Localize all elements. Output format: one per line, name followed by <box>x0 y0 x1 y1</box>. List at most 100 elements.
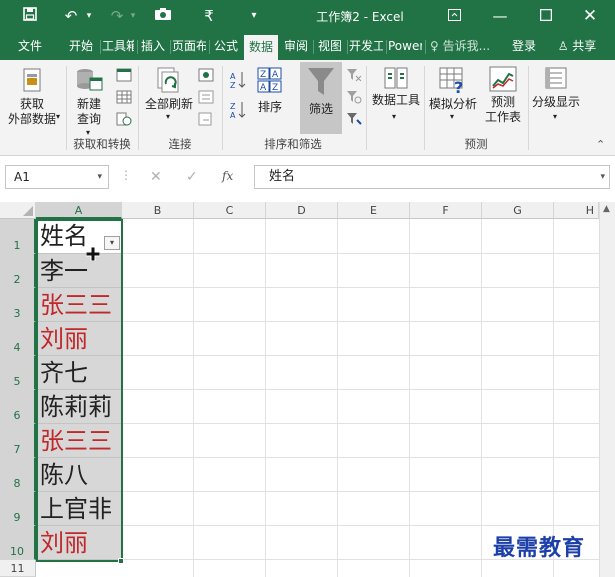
maximize-icon[interactable] <box>534 0 558 32</box>
properties-icon[interactable] <box>198 90 214 104</box>
column-header-f[interactable]: F <box>410 202 482 219</box>
expand-formula-icon[interactable]: ▾ <box>600 166 605 188</box>
cell-text: 姓名 <box>40 222 88 250</box>
tab-insert[interactable]: 插入 <box>139 32 167 60</box>
login-link[interactable]: 登录 <box>506 32 542 60</box>
share-button[interactable]: ♙ 共享 <box>548 32 606 60</box>
select-all-corner[interactable] <box>0 202 36 219</box>
vertical-scrollbar[interactable]: ▲ <box>599 202 615 577</box>
reapply-icon[interactable] <box>346 90 362 104</box>
column-header-e[interactable]: E <box>338 202 410 219</box>
new-query-button[interactable]: 新建 查询 <box>68 66 110 127</box>
name-box-dropdown-icon[interactable]: ▾ <box>97 166 102 188</box>
data-tools-dropdown-icon[interactable]: ▾ <box>392 112 396 121</box>
clear-filter-icon[interactable] <box>346 68 362 82</box>
undo-dropdown-icon[interactable]: ▾ <box>84 0 94 32</box>
cell-text: 陈莉莉 <box>40 393 112 421</box>
tab-page-layout[interactable]: 页面布局 <box>172 32 206 60</box>
name-box-value: A1 <box>14 170 30 184</box>
tab-toolbox[interactable]: 工具箱 <box>102 32 134 60</box>
minimize-icon[interactable]: — <box>488 0 512 32</box>
filter-toggle-icon[interactable]: ₹ <box>198 0 220 32</box>
tab-review[interactable]: 审阅 <box>281 32 311 60</box>
row-header-5[interactable]: 5 <box>0 356 36 390</box>
cell-a3[interactable]: 张三三 <box>36 288 122 322</box>
column-header-c[interactable]: C <box>194 202 266 219</box>
tell-me-search[interactable]: ♀ 告诉我... <box>430 32 500 60</box>
collapse-ribbon-icon[interactable]: ⌃ <box>596 138 605 151</box>
column-header-h[interactable]: H <box>554 202 599 219</box>
external-dropdown-icon[interactable]: ▾ <box>56 112 60 121</box>
what-if-dropdown-icon[interactable]: ▾ <box>450 112 454 121</box>
refresh-all-button[interactable]: 全部刷新 <box>142 66 196 112</box>
tab-home[interactable]: 开始 <box>64 32 98 60</box>
data-tools-button[interactable]: 数据工具 <box>368 66 424 108</box>
column-header-g[interactable]: G <box>482 202 554 219</box>
cell-a9[interactable]: 上官非 <box>36 492 122 526</box>
camera-icon[interactable] <box>150 0 176 32</box>
scroll-up-icon[interactable]: ▲ <box>603 204 610 214</box>
row-header-9[interactable]: 9 <box>0 492 36 526</box>
advanced-filter-icon[interactable] <box>346 112 362 126</box>
filter-button[interactable]: 筛选 <box>300 62 342 134</box>
ribbon-display-icon[interactable] <box>442 0 466 32</box>
confirm-entry-icon[interactable]: ✓ <box>186 169 198 185</box>
fill-handle[interactable] <box>118 558 124 564</box>
column-header-a[interactable]: A <box>36 202 122 219</box>
sort-asc-icon[interactable]: AZ <box>230 70 246 90</box>
outline-button[interactable]: 分级显示 <box>530 66 582 110</box>
what-if-analysis-button[interactable]: ? 模拟分析 <box>426 66 480 112</box>
cell-a2[interactable]: 李一 <box>36 254 122 288</box>
worksheet-grid[interactable]: A B C D E F G H 1 2 3 4 5 6 7 8 9 10 11 … <box>0 202 615 577</box>
row-header-1[interactable]: 1 <box>0 219 36 254</box>
tab-file[interactable]: 文件 <box>10 32 50 60</box>
cell-a8[interactable]: 陈八 <box>36 458 122 492</box>
cell-a1[interactable]: 姓名 ▾ <box>36 219 122 254</box>
what-if-icon: ? <box>439 67 463 94</box>
row-header-3[interactable]: 3 <box>0 288 36 322</box>
redo-dropdown-icon[interactable]: ▾ <box>128 0 138 32</box>
forecast-sheet-button[interactable]: 预测 工作表 <box>480 66 526 125</box>
row-header-6[interactable]: 6 <box>0 390 36 424</box>
get-external-data-button[interactable]: 获取 外部数据 <box>2 66 62 127</box>
show-queries-icon[interactable] <box>116 68 132 82</box>
insert-function-icon[interactable]: fx <box>222 169 233 183</box>
refresh-dropdown-icon[interactable]: ▾ <box>166 112 170 121</box>
person-icon: ♙ <box>557 39 569 53</box>
cell-a7[interactable]: 张三三 <box>36 424 122 458</box>
cell-a6[interactable]: 陈莉莉 <box>36 390 122 424</box>
tab-formulas[interactable]: 公式 <box>211 32 241 60</box>
formula-bar-grip-icon[interactable]: ⋮ <box>120 168 132 182</box>
row-header-4[interactable]: 4 <box>0 322 36 356</box>
cell-a5[interactable]: 齐七 <box>36 356 122 390</box>
sort-desc-icon[interactable]: ZA <box>230 100 246 120</box>
funnel-icon <box>308 68 334 95</box>
name-box[interactable]: A1 ▾ <box>5 165 109 189</box>
tab-data[interactable]: 数据 <box>244 35 278 60</box>
save-icon[interactable] <box>18 0 42 32</box>
from-table-icon[interactable] <box>116 90 132 104</box>
connections-icon[interactable] <box>198 68 214 82</box>
row-header-11[interactable]: 11 <box>0 560 36 577</box>
formula-input[interactable]: 姓名 ▾ <box>254 165 610 189</box>
column-header-b[interactable]: B <box>122 202 194 219</box>
row-header-8[interactable]: 8 <box>0 458 36 492</box>
row-header-7[interactable]: 7 <box>0 424 36 458</box>
filter-dropdown-icon[interactable]: ▾ <box>104 236 120 250</box>
tab-power-pivot[interactable]: Power Pivot <box>388 32 422 60</box>
redo-icon[interactable]: ↷ <box>106 0 128 32</box>
cell-a4[interactable]: 刘丽 <box>36 322 122 356</box>
column-header-d[interactable]: D <box>266 202 338 219</box>
edit-links-icon[interactable] <box>198 112 214 126</box>
row-header-2[interactable]: 2 <box>0 254 36 288</box>
outline-dropdown-icon[interactable]: ▾ <box>553 112 557 121</box>
recent-sources-icon[interactable] <box>116 112 132 126</box>
cell-a10[interactable]: 刘丽 <box>36 526 122 560</box>
sort-button[interactable]: Z A A Z 排序 <box>252 66 288 115</box>
undo-icon[interactable]: ↶ <box>60 0 82 32</box>
tab-view[interactable]: 视图 <box>315 32 345 60</box>
tab-developer[interactable]: 开发工具 <box>349 32 383 60</box>
close-icon[interactable]: ✕ <box>578 0 602 32</box>
row-header-10[interactable]: 10 <box>0 526 36 560</box>
cancel-entry-icon[interactable]: ✕ <box>150 169 162 185</box>
